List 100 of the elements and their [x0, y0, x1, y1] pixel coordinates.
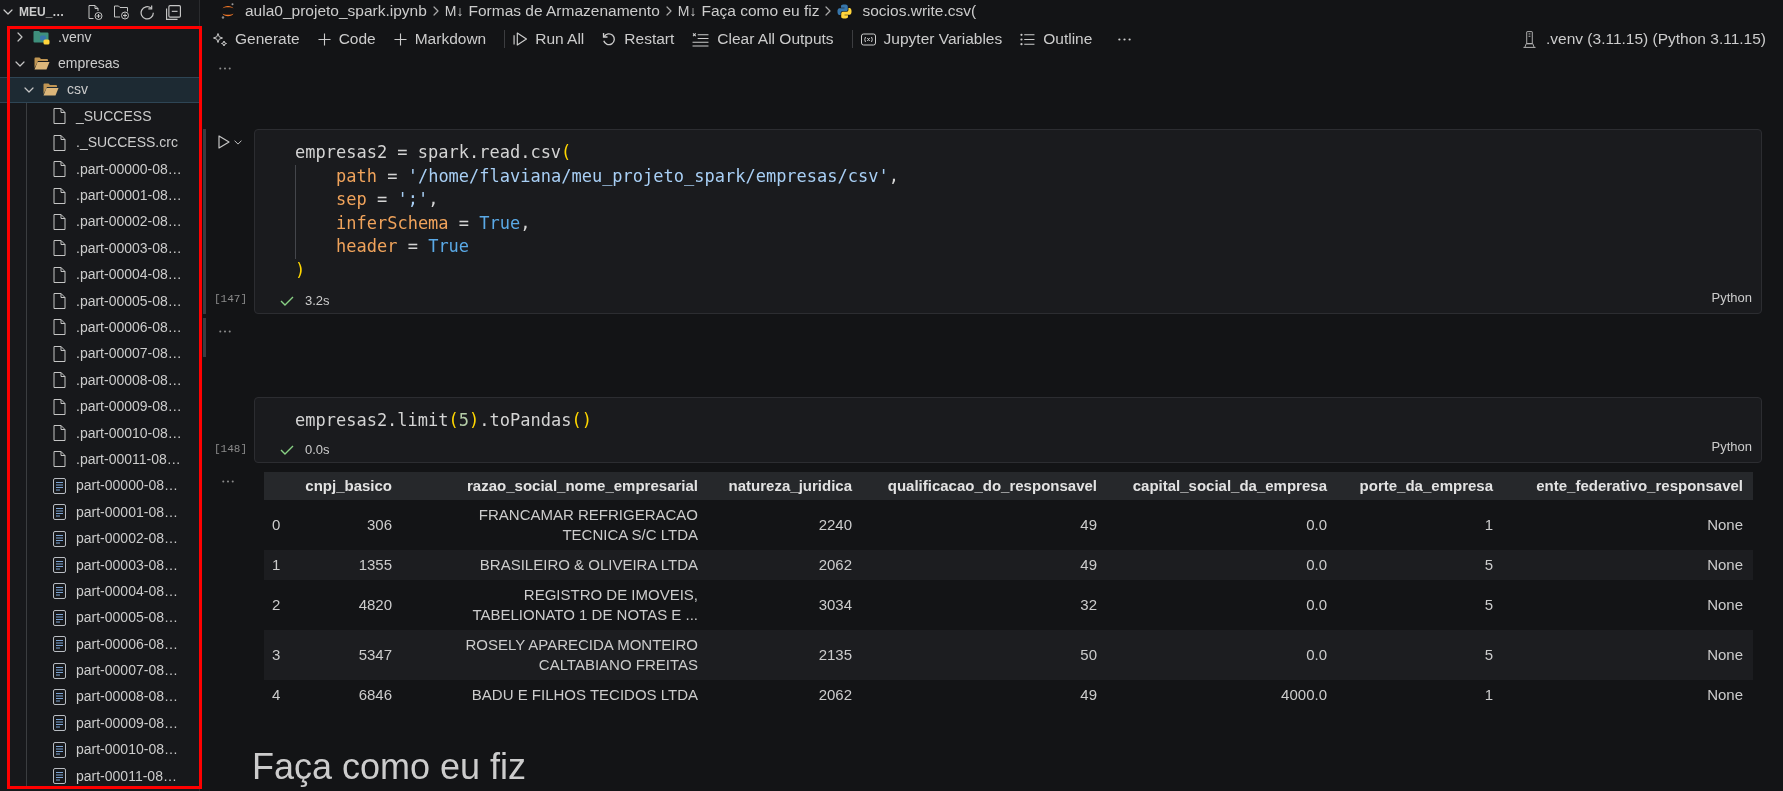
toolbar-button[interactable]: Code — [313, 27, 380, 51]
language-label[interactable]: Python — [1711, 287, 1752, 308]
execution-time: 3.2s — [305, 291, 330, 310]
more-icon[interactable] — [219, 66, 231, 70]
breadcrumb-item[interactable]: M↓ Formas de Armazenamento — [444, 0, 660, 23]
file-icon — [53, 187, 66, 204]
table-cell-text: 49 — [1079, 555, 1098, 576]
chevron-down-icon[interactable] — [3, 9, 13, 15]
tree-item[interactable]: _SUCCESS — [0, 103, 199, 130]
toolbar-button[interactable]: Clear All Outputs — [688, 27, 838, 51]
code-line: path = '/home/flaviana/meu_projeto_spark/empresas/csv', — [295, 164, 1761, 189]
toolbar-button[interactable]: Jupyter Variables — [856, 27, 1007, 51]
table-cell-text: 49 — [1079, 685, 1098, 706]
tree-item[interactable]: .part-00006-08… — [0, 314, 199, 341]
tree-item[interactable]: .part-00003-08… — [0, 235, 199, 262]
breadcrumb-item[interactable]: M↓ Faça como eu fiz — [677, 0, 820, 23]
table-cell-text: None — [1706, 645, 1744, 666]
toolbar-button[interactable]: Generate — [209, 27, 304, 51]
tree-item[interactable]: part-00010-08… — [0, 736, 199, 763]
column-header: natureza_juridica — [727, 475, 853, 496]
text-file-icon — [53, 583, 66, 600]
code-cell[interactable]: empresas2.limit(5).toPandas() 0.0s Python — [254, 396, 1762, 464]
tree-item[interactable]: .venv — [0, 24, 199, 51]
table-cell-text: ROSELY APARECIDA MONTEIRO CALTABIANO FREITAS — [464, 635, 699, 676]
run-cell-button[interactable] — [218, 135, 242, 149]
more-icon[interactable] — [222, 480, 234, 484]
tree-item[interactable]: ._SUCCESS.crc — [0, 129, 199, 156]
breadcrumb-item[interactable]: socios.write.csv( — [837, 0, 977, 23]
table-cell-text: 2240 — [817, 515, 853, 536]
table-cell-text: FRANCAMAR REFRIGERACAO TECNICA S/C LTDA — [477, 505, 699, 546]
tree-item[interactable]: part-00001-08… — [0, 499, 199, 526]
row-index: 4 — [271, 685, 282, 706]
tree-item[interactable]: .part-00002-08… — [0, 208, 199, 236]
tree-item[interactable]: .part-00005-08… — [0, 287, 199, 315]
refresh-icon[interactable] — [140, 4, 155, 20]
table-cell-text: 2062 — [817, 555, 853, 576]
execution-count: [148] — [214, 441, 247, 457]
collapse-all-icon[interactable] — [166, 4, 181, 20]
tree-item[interactable]: .part-00010-08… — [0, 419, 199, 447]
file-icon — [53, 134, 66, 151]
table-cell-text: None — [1706, 595, 1744, 616]
toolbar-button[interactable]: Run All — [509, 27, 589, 51]
folder-icon — [33, 57, 50, 71]
tree-item[interactable]: .part-00009-08… — [0, 393, 199, 420]
tree-item[interactable]: part-00006-08… — [0, 631, 199, 658]
more-icon — [1118, 37, 1132, 41]
toolbar-button[interactable]: Outline — [1016, 27, 1097, 51]
table-cell-text: 1355 — [357, 555, 393, 576]
code-line: sep = ';', — [295, 188, 1761, 212]
table-cell-text: REGISTRO DE IMOVEIS, TABELIONATO 1 DE NOTAS E ... — [471, 585, 699, 626]
more-icon[interactable] — [219, 329, 231, 333]
tree-item[interactable]: part-00003-08… — [0, 551, 199, 579]
row-index: 3 — [271, 645, 282, 666]
chevron-right-icon — [825, 6, 832, 16]
table-cell-text: 0.0 — [1305, 515, 1328, 536]
tree-item[interactable]: part-00000-08… — [0, 472, 199, 500]
list-icon — [1020, 32, 1036, 46]
text-file-icon — [53, 609, 66, 626]
new-folder-icon[interactable] — [114, 4, 129, 20]
tree-item[interactable]: part-00002-08… — [0, 525, 199, 552]
tree-item[interactable]: part-00009-08… — [0, 710, 199, 737]
tree-item[interactable]: .part-00004-08… — [0, 261, 199, 288]
file-icon — [53, 425, 66, 442]
row-index: 0 — [271, 515, 282, 536]
tree-item[interactable]: part-00007-08… — [0, 657, 199, 684]
tree-item[interactable]: part-00004-08… — [0, 578, 199, 605]
clear-outputs-icon — [692, 31, 710, 47]
breadcrumb-item[interactable]: aula0_projeto_spark.ipynb — [221, 0, 427, 23]
file-icon — [53, 372, 66, 389]
toolbar-button[interactable]: Restart — [598, 27, 679, 51]
tree-item[interactable]: csv — [0, 76, 199, 104]
table-cell-text: 49 — [1079, 515, 1098, 536]
tree-item[interactable]: empresas — [0, 50, 199, 77]
tree-item[interactable]: .part-00007-08… — [0, 340, 199, 368]
tree-item[interactable]: part-00008-08… — [0, 683, 199, 711]
tree-item[interactable]: part-00011-08… — [0, 762, 199, 790]
tree-item[interactable]: .part-00001-08… — [0, 182, 199, 209]
toolbar-button[interactable]: Markdown — [389, 27, 491, 51]
table-cell-text: 50 — [1079, 645, 1098, 666]
file-icon — [53, 293, 66, 310]
chevron-right-icon — [665, 6, 672, 16]
new-file-icon[interactable] — [88, 4, 103, 20]
tree-item[interactable]: .part-00008-08… — [0, 367, 199, 394]
tree-item[interactable]: .part-00000-08… — [0, 155, 199, 183]
code-line: inferSchema = True, — [295, 211, 1761, 236]
kernel-picker[interactable]: .venv (3.11.15) (Python 3.11.15) — [1523, 27, 1766, 51]
table-cell-text: 0.0 — [1305, 645, 1328, 666]
server-icon — [1523, 30, 1536, 48]
table-cell-text: 0.0 — [1305, 555, 1328, 576]
tree-item[interactable]: .part-00011-08… — [0, 446, 199, 473]
code-line: header = True — [295, 235, 1761, 259]
language-label[interactable]: Python — [1711, 437, 1752, 457]
file-icon — [53, 451, 66, 468]
table-cell-text: 306 — [365, 515, 393, 536]
code-line: ) — [295, 258, 307, 282]
file-icon — [53, 240, 66, 257]
column-header: qualificacao_do_responsavel — [886, 475, 1098, 496]
markdown-heading: Faça como eu fiz — [252, 748, 527, 787]
tree-item[interactable]: part-00005-08… — [0, 604, 199, 631]
code-cell[interactable]: empresas2 = spark.read.csv( path = '/home/flaviana/meu_projeto_spark/empresas/csv', sep = ';', inferSchema = True, header = True ) 3.2s Python — [254, 129, 1762, 314]
